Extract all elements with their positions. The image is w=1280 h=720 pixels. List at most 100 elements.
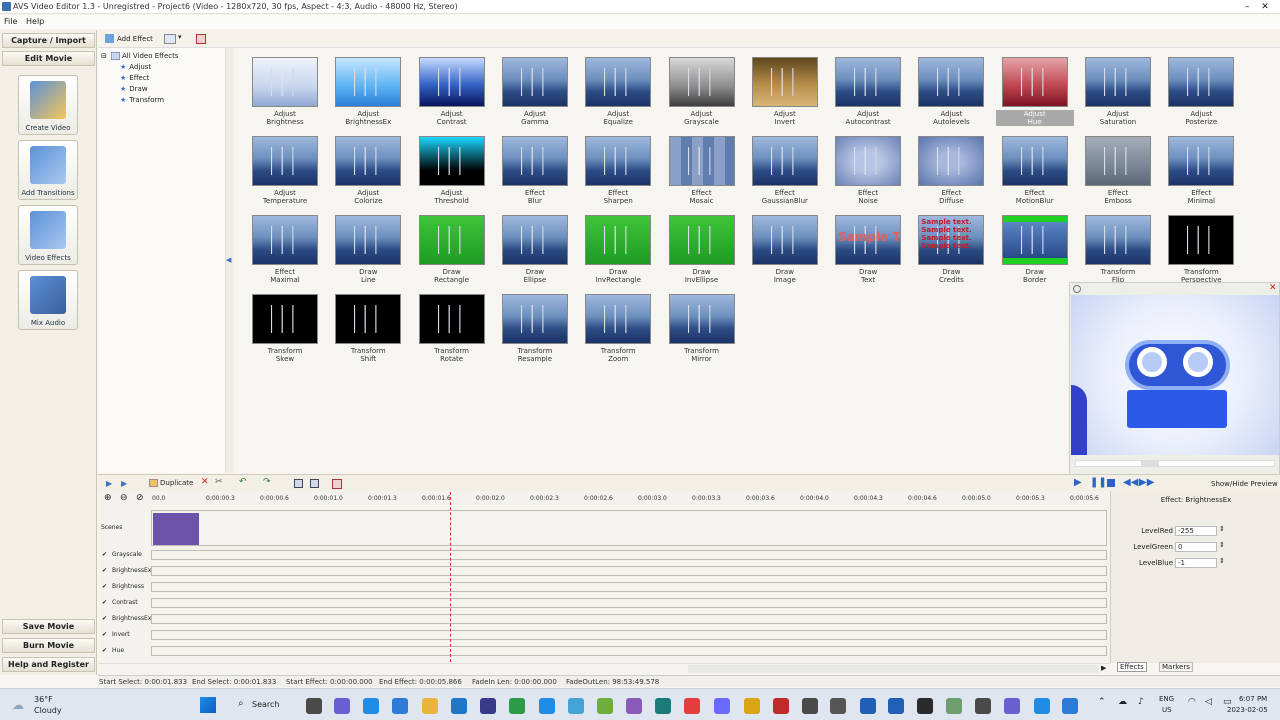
- effect-tile[interactable]: Draw Rectangle: [413, 208, 491, 284]
- taskbar-app-icon[interactable]: [946, 698, 962, 714]
- track-checkbox[interactable]: ✔: [102, 631, 107, 638]
- weather-temp[interactable]: 36°F: [34, 695, 53, 704]
- windows-start-icon[interactable]: [200, 697, 216, 713]
- effect-track[interactable]: [151, 598, 1107, 608]
- view-dropdown-icon[interactable]: ▾: [178, 33, 182, 41]
- effect-tile[interactable]: Adjust Autolevels: [912, 50, 990, 126]
- effect-tile[interactable]: Transform Rotate: [413, 287, 491, 363]
- film-icon[interactable]: [196, 34, 206, 44]
- taskbar-app-icon[interactable]: [334, 698, 350, 714]
- taskbar-app-icon[interactable]: [480, 698, 496, 714]
- effect-tile[interactable]: Adjust Brightness: [246, 50, 324, 126]
- effect-track[interactable]: [151, 550, 1107, 560]
- tree-item-transform[interactable]: ★ Transform: [120, 96, 164, 104]
- snapshot-icon[interactable]: [310, 479, 319, 488]
- effect-tile[interactable]: Sample Text DrawText: [829, 208, 907, 284]
- effect-tile[interactable]: Transform Mirror: [663, 287, 741, 363]
- taskbar-app-icon[interactable]: [626, 698, 642, 714]
- save-movie-button[interactable]: Save Movie: [2, 619, 95, 634]
- effect-tile[interactable]: Effect Maximal: [246, 208, 324, 284]
- effect-track[interactable]: [151, 630, 1107, 640]
- burn-movie-button[interactable]: Burn Movie: [2, 638, 95, 653]
- redo-icon[interactable]: ↷: [263, 477, 271, 487]
- effect-tile[interactable]: Effect Diffuse: [912, 129, 990, 205]
- weather-desc[interactable]: Cloudy: [34, 706, 62, 715]
- cloud-tray-icon[interactable]: ☁: [1118, 697, 1127, 707]
- effect-tile[interactable]: Adjust Contrast: [413, 50, 491, 126]
- levelgreen-input[interactable]: 0: [1175, 542, 1217, 552]
- create-video-button[interactable]: Create Video: [18, 75, 78, 135]
- effect-tile[interactable]: Draw InvEllipse: [663, 208, 741, 284]
- search-button[interactable]: ⌕ Search: [230, 695, 290, 715]
- zoom-fit-icon[interactable]: ⊘: [136, 493, 144, 503]
- taskbar-app-icon[interactable]: [392, 698, 408, 714]
- effect-tile[interactable]: Draw Ellipse: [496, 208, 574, 284]
- effect-tile[interactable]: Adjust Gamma: [496, 50, 574, 126]
- tree-root[interactable]: All Video Effects: [122, 52, 179, 60]
- taskbar-app-icon[interactable]: [830, 698, 846, 714]
- help-register-button[interactable]: Help and Register: [2, 657, 95, 672]
- taskbar-app-icon[interactable]: [655, 698, 671, 714]
- levelblue-spin-icon[interactable]: ⇕: [1219, 557, 1225, 565]
- tray-chevron-icon[interactable]: ⌃: [1098, 697, 1106, 707]
- close-button[interactable]: ✕: [1256, 0, 1274, 14]
- clock-time[interactable]: 6:07 PM: [1239, 695, 1267, 703]
- levelblue-input[interactable]: -1: [1175, 558, 1217, 568]
- taskbar-app-icon[interactable]: [684, 698, 700, 714]
- taskbar-app-icon[interactable]: [744, 698, 760, 714]
- taskbar-app-icon[interactable]: [1062, 698, 1078, 714]
- scroll-thumb[interactable]: [688, 665, 1098, 673]
- taskbar-app-icon[interactable]: [917, 698, 933, 714]
- preview-seek-bar[interactable]: [1075, 460, 1275, 467]
- taskbar-app-icon[interactable]: [509, 698, 525, 714]
- effect-tile[interactable]: Adjust Hue: [995, 50, 1074, 126]
- taskbar-app-icon[interactable]: [773, 698, 789, 714]
- wifi-icon[interactable]: ◠: [1188, 697, 1196, 707]
- language-2[interactable]: US: [1162, 706, 1172, 714]
- taskbar-app-icon[interactable]: [422, 698, 438, 714]
- tree-collapse-icon[interactable]: ⊟: [101, 52, 107, 60]
- effect-tile[interactable]: Adjust BrightnessEx: [329, 50, 407, 126]
- duplicate-button[interactable]: Duplicate: [160, 479, 193, 487]
- taskbar-app-icon[interactable]: [363, 698, 379, 714]
- pause-icon[interactable]: ❚❚: [1090, 477, 1107, 488]
- taskbar-app-icon[interactable]: [1034, 698, 1050, 714]
- effect-tile[interactable]: Effect Blur: [496, 129, 574, 205]
- view-mode-icon[interactable]: [164, 34, 176, 44]
- mix-audio-button[interactable]: Mix Audio: [18, 270, 78, 330]
- taskbar-app-icon[interactable]: [888, 698, 904, 714]
- track-checkbox[interactable]: ✔: [102, 567, 107, 574]
- levelgreen-spin-icon[interactable]: ⇕: [1219, 541, 1225, 549]
- effect-tile[interactable]: Draw Image: [746, 208, 824, 284]
- effect-tile[interactable]: Adjust Saturation: [1079, 50, 1157, 126]
- effect-tile[interactable]: Transform Resample: [496, 287, 574, 363]
- taskbar-app-icon[interactable]: [568, 698, 584, 714]
- tree-item-draw[interactable]: ★ Draw: [120, 85, 148, 93]
- taskbar-app-icon[interactable]: [860, 698, 876, 714]
- effect-tile[interactable]: Adjust Temperature: [246, 129, 324, 205]
- tree-item-adjust[interactable]: ★ Adjust: [120, 63, 151, 71]
- taskbar-app-icon[interactable]: [306, 698, 322, 714]
- capture-import-button[interactable]: Capture / Import: [2, 33, 95, 48]
- track-checkbox[interactable]: ✔: [102, 647, 107, 654]
- zoom-in-icon[interactable]: ⊕: [104, 493, 112, 503]
- stop-icon[interactable]: [1107, 479, 1115, 487]
- close-preview-icon[interactable]: ✕: [1269, 283, 1277, 293]
- effect-track[interactable]: [151, 566, 1107, 576]
- effect-tile[interactable]: Effect Minimal: [1162, 129, 1240, 205]
- effect-tile[interactable]: Transform Shift: [329, 287, 407, 363]
- taskbar-app-icon[interactable]: [714, 698, 730, 714]
- add-transitions-button[interactable]: Add Transitions: [18, 140, 78, 200]
- taskbar-app-icon[interactable]: [539, 698, 555, 714]
- clock-date[interactable]: 2023-02-05: [1227, 706, 1268, 714]
- taskbar-app-icon[interactable]: [597, 698, 613, 714]
- prev-frame-icon[interactable]: ◀◀: [1123, 477, 1138, 488]
- collapse-arrow-icon[interactable]: ◀: [226, 256, 231, 264]
- effect-tile[interactable]: Effect Sharpen: [579, 129, 657, 205]
- undo-icon[interactable]: ↶: [239, 477, 247, 487]
- minimize-button[interactable]: –: [1238, 0, 1256, 14]
- effect-tile[interactable]: Transform Skew: [246, 287, 324, 363]
- scenes-track[interactable]: [151, 510, 1107, 546]
- seek-thumb[interactable]: [1141, 461, 1159, 466]
- timeline-tool2-icon[interactable]: ▶: [121, 479, 127, 488]
